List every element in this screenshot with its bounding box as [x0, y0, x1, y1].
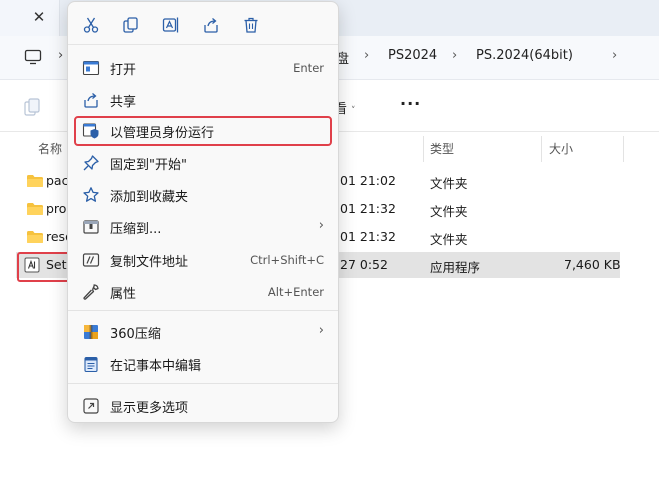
notepad-icon	[84, 356, 98, 373]
menu-separator	[68, 310, 338, 311]
menu-item-label: 打开	[110, 63, 137, 78]
archive-360-icon	[84, 325, 98, 339]
chevron-right-icon[interactable]: ›	[612, 48, 617, 63]
menu-item-label: 固定到"开始"	[110, 158, 187, 173]
zip-icon	[83, 220, 99, 234]
chevron-right-icon[interactable]: ›	[364, 48, 369, 63]
menu-item-show-more-options[interactable]: 显示更多选项	[74, 391, 332, 421]
highlight-box-file	[17, 252, 73, 282]
file-type: 文件夹	[430, 176, 468, 191]
menu-item-run-as-admin[interactable]: 以管理员身份运行	[74, 116, 332, 146]
menu-item-shortcut: Alt+Enter	[267, 285, 324, 299]
share-button[interactable]	[198, 12, 224, 38]
share-icon	[84, 93, 98, 108]
file-name: pac	[46, 173, 69, 188]
file-date: 27 0:52	[340, 257, 388, 272]
column-header-type[interactable]: 类型	[430, 138, 454, 162]
column-header-name[interactable]: 名称	[38, 138, 62, 162]
wrench-icon	[83, 284, 99, 300]
column-divider[interactable]	[623, 136, 624, 162]
chevron-right-icon: ›	[318, 323, 324, 338]
rename-icon	[162, 17, 179, 33]
folder-icon	[27, 231, 43, 243]
menu-item-copy-path[interactable]: 复制文件地址 Ctrl+Shift+C	[74, 245, 332, 275]
chevron-right-icon[interactable]: ›	[58, 48, 63, 63]
column-divider[interactable]	[541, 136, 542, 162]
folder-icon	[27, 175, 43, 187]
menu-item-label: 复制文件地址	[110, 255, 189, 270]
folder-icon	[27, 203, 43, 215]
cut-icon	[83, 17, 99, 33]
open-icon	[82, 60, 100, 76]
more-options-icon	[83, 398, 99, 414]
share-icon	[204, 18, 218, 33]
copy-icon	[123, 17, 138, 33]
computer-icon	[24, 49, 42, 65]
menu-item-label: 360压缩	[110, 327, 161, 342]
menu-item-label: 属性	[110, 287, 137, 302]
menu-item-label: 以管理员身份运行	[110, 126, 215, 141]
menu-item-share[interactable]: 共享	[74, 85, 332, 115]
menu-item-360-compress[interactable]: 360压缩 ›	[74, 317, 332, 347]
chevron-down-icon: ˅	[351, 106, 356, 116]
explorer-tab[interactable]: ✕	[0, 0, 60, 36]
menu-item-label: 在记事本中编辑	[110, 359, 202, 374]
copy-button[interactable]	[118, 12, 144, 38]
menu-item-label: 共享	[110, 95, 137, 110]
menu-item-compress-to[interactable]: 压缩到... ›	[74, 212, 332, 242]
menu-item-edit-in-notepad[interactable]: 在记事本中编辑	[74, 349, 332, 379]
file-date: 01 21:32	[340, 201, 396, 216]
delete-icon	[244, 17, 258, 33]
file-type: 应用程序	[430, 260, 481, 275]
rename-button[interactable]	[158, 12, 184, 38]
path-icon	[82, 253, 100, 267]
file-size: 7,460 KB	[564, 257, 621, 272]
menu-separator	[68, 44, 338, 45]
column-header-size[interactable]: 大小	[549, 138, 573, 162]
column-divider[interactable]	[423, 136, 424, 162]
file-date: 01 21:02	[340, 173, 396, 188]
delete-button[interactable]	[238, 12, 264, 38]
menu-item-pin-to-start[interactable]: 固定到"开始"	[74, 148, 332, 178]
menu-item-properties[interactable]: 属性 Alt+Enter	[74, 277, 332, 307]
context-menu: 打开 Enter 共享 以管理员身份运行 固定到"开始" 添加到收藏夹 压缩到.…	[67, 1, 339, 423]
menu-item-shortcut: Enter	[293, 61, 324, 75]
copy-icon[interactable]	[24, 98, 40, 116]
menu-item-label: 添加到收藏夹	[110, 190, 189, 205]
menu-item-add-to-favorites[interactable]: 添加到收藏夹	[74, 180, 332, 210]
shield-icon	[82, 123, 99, 139]
chevron-right-icon[interactable]: ›	[452, 48, 457, 63]
file-date: 01 21:32	[340, 229, 396, 244]
tab-close-button[interactable]: ✕	[28, 7, 50, 27]
menu-item-label: 压缩到...	[110, 222, 162, 237]
file-type: 文件夹	[430, 204, 468, 219]
breadcrumb-ps2024-64bit[interactable]: PS.2024(64bit)	[476, 48, 573, 63]
more-icon[interactable]: ···	[400, 94, 421, 113]
menu-item-shortcut: Ctrl+Shift+C	[250, 253, 324, 267]
file-name: pro	[46, 201, 67, 216]
file-type: 文件夹	[430, 232, 468, 247]
menu-item-label: 显示更多选项	[110, 401, 189, 416]
breadcrumb-ps2024[interactable]: PS2024	[388, 48, 437, 63]
menu-separator	[68, 383, 338, 384]
pin-icon	[83, 155, 99, 171]
star-icon	[83, 187, 99, 202]
cut-button[interactable]	[78, 12, 104, 38]
menu-item-open[interactable]: 打开 Enter	[74, 53, 332, 83]
chevron-right-icon: ›	[318, 218, 324, 233]
